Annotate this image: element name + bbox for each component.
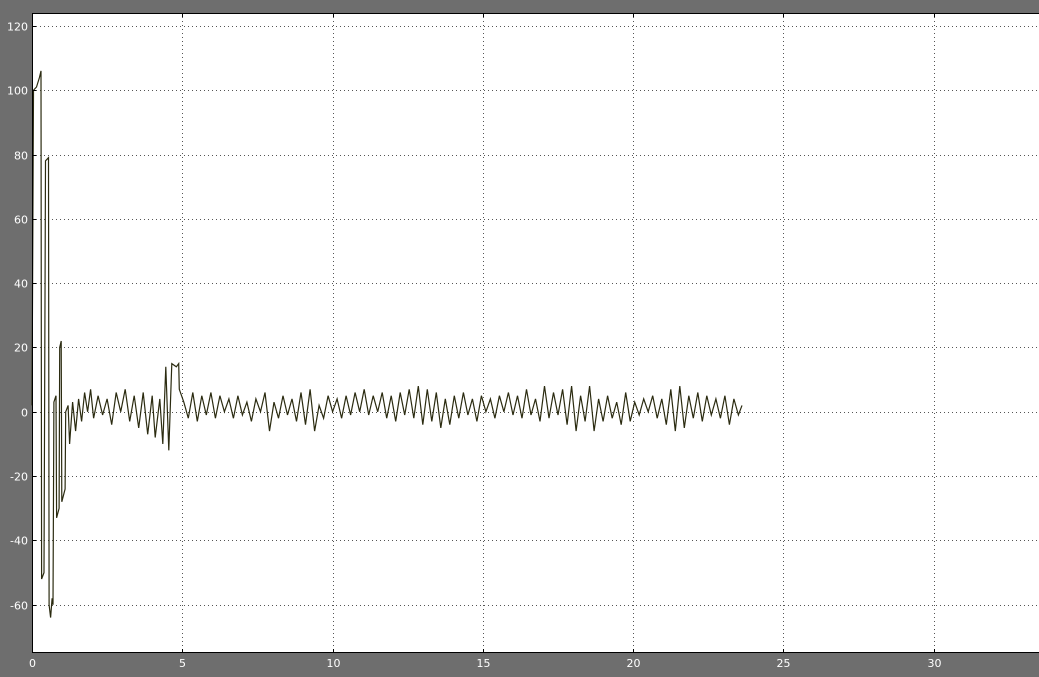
x-tick-label: 10 — [327, 657, 341, 670]
x-tick-label: 20 — [627, 657, 641, 670]
y-tick-label: 20 — [14, 342, 28, 355]
scope-chart: 0 5 10 15 20 25 30 -60 -40 -20 0 20 40 60 80 100 120 — [0, 0, 1039, 677]
plot-area — [32, 13, 1039, 653]
x-tick-label: 30 — [928, 657, 942, 670]
x-tick-label: 25 — [777, 657, 791, 670]
x-tick-label: 5 — [179, 657, 186, 670]
x-tick-label: 15 — [477, 657, 491, 670]
y-tick-label: 0 — [21, 407, 28, 420]
y-tick-label: 80 — [14, 150, 28, 163]
x-tick-label: 0 — [29, 657, 36, 670]
y-tick-label: 40 — [14, 278, 28, 291]
y-tick-label: -40 — [10, 535, 28, 548]
y-tick-label: 100 — [7, 85, 28, 98]
y-tick-label: 120 — [7, 21, 28, 34]
y-tick-label: 60 — [14, 214, 28, 227]
y-tick-label: -60 — [10, 600, 28, 613]
y-tick-label: -20 — [10, 471, 28, 484]
